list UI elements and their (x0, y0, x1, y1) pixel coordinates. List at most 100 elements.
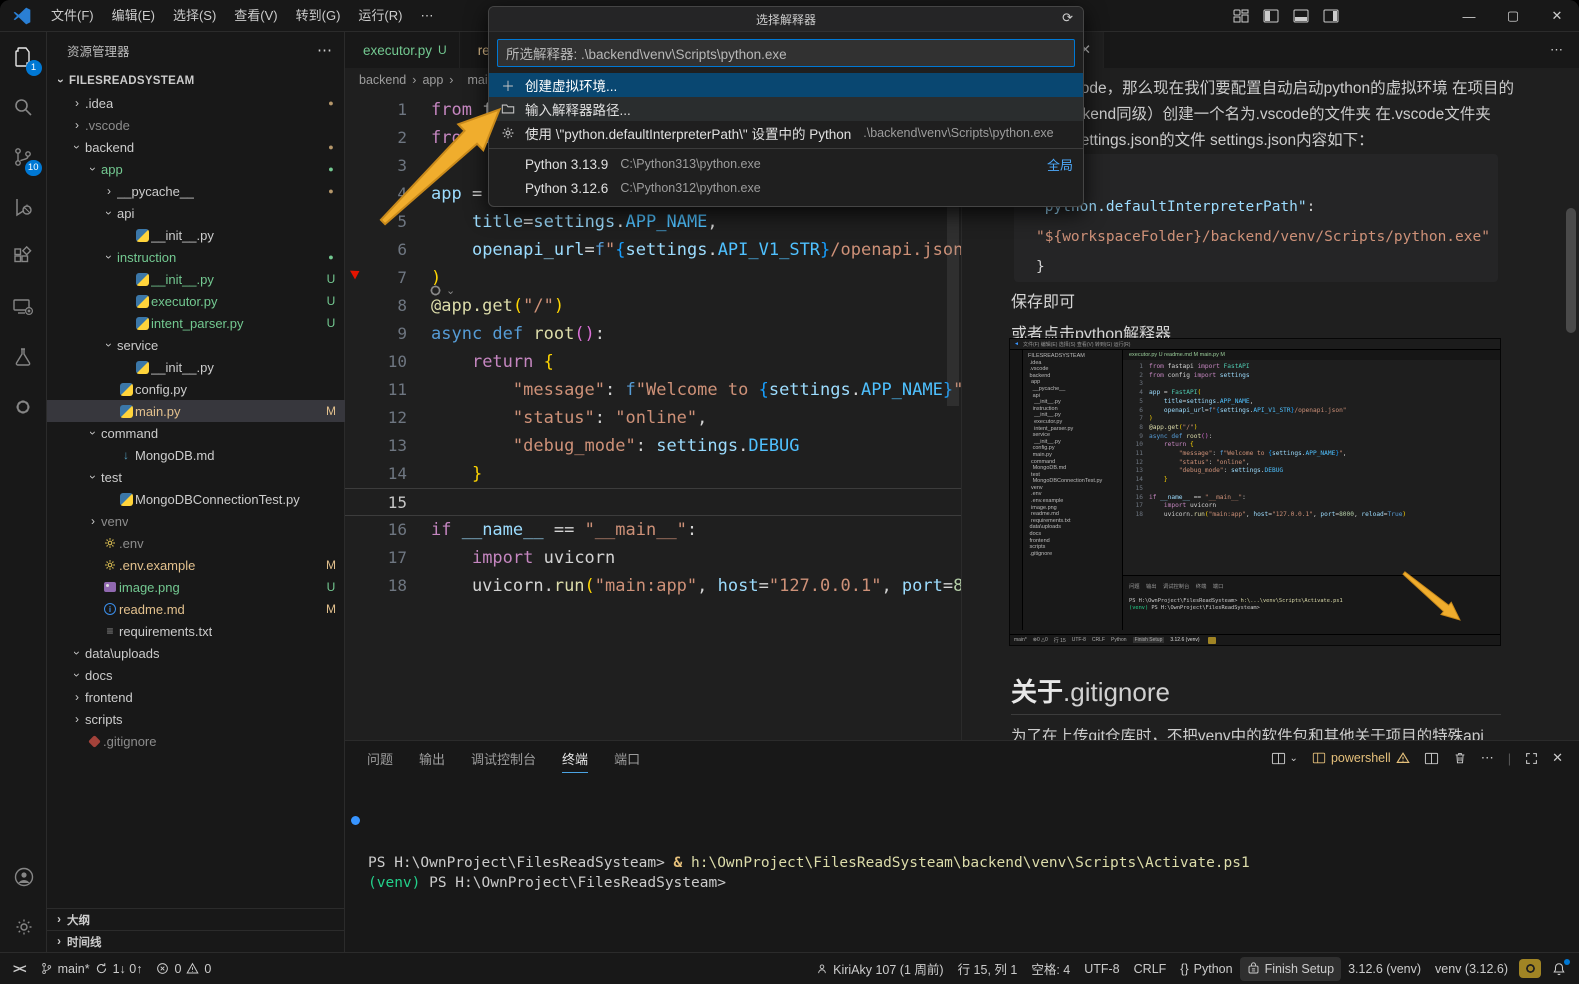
toggle-sidebar-icon[interactable] (1263, 8, 1279, 24)
python-env-item[interactable]: venv (3.12.6) (1428, 957, 1515, 981)
task-item[interactable]: Finish Setup (1240, 957, 1341, 981)
tree-item-.env.example[interactable]: .env.exampleM (47, 554, 345, 576)
code-line-9[interactable]: 9async def root(): (345, 320, 961, 348)
blame-item[interactable]: KiriAky 107 (1 周前) (809, 957, 950, 981)
preview-more-actions-icon[interactable]: ⋯ (1534, 32, 1579, 68)
timeline-section[interactable]: ›时间线 (47, 930, 345, 952)
interpreter-search-input[interactable] (497, 39, 1075, 67)
inline-ai-hint-icon[interactable]: ⌄ (428, 283, 455, 298)
terminal-output[interactable]: PS H:\OwnProject\FilesReadSysteam> & h:\… (345, 775, 1579, 893)
tree-item-readme.md[interactable]: ireadme.mdM (47, 598, 345, 620)
split-terminal-icon[interactable] (1424, 751, 1439, 766)
code-line-6[interactable]: 6 openapi_url=f"{settings.API_V1_STR}/op… (345, 236, 961, 264)
breadcrumb-item[interactable]: app (422, 73, 443, 87)
git-branch-item[interactable]: main* 1↓ 0↑ (33, 957, 150, 981)
tree-item-api[interactable]: ›api (47, 202, 345, 224)
tree-item-__init__.py[interactable]: __init__.py (47, 224, 345, 246)
menu-1[interactable]: 编辑(E) (103, 5, 164, 27)
tree-item-venv[interactable]: ›venv (47, 510, 345, 532)
preview-scrollbar-thumb[interactable] (1566, 208, 1576, 333)
remote-indicator[interactable]: >< (6, 957, 33, 981)
panel-tab-问题[interactable]: 问题 (367, 749, 393, 768)
tree-item-requirements.txt[interactable]: ≡requirements.txt (47, 620, 345, 642)
tree-item-app[interactable]: ›app● (47, 158, 345, 180)
problems-item[interactable]: 0 0 (149, 957, 218, 981)
panel-tab-调试控制台[interactable]: 调试控制台 (471, 749, 536, 768)
tree-item-instruction[interactable]: ›instruction● (47, 246, 345, 268)
tree-item-MongoDBConnectionTest.py[interactable]: MongoDBConnectionTest.py (47, 488, 345, 510)
tree-root[interactable]: ›FILESREADSYSTEAM (47, 70, 345, 92)
close-button[interactable]: ✕ (1535, 0, 1579, 32)
tree-item-__init__.py[interactable]: __init__.py (47, 356, 345, 378)
quick-pick-item-4[interactable]: Python 3.12.6C:\Python312\python.exe (489, 176, 1083, 200)
tree-item-.env[interactable]: .env (47, 532, 345, 554)
extensions-activity-icon[interactable] (0, 232, 47, 282)
testing-activity-icon[interactable] (0, 332, 47, 382)
menu-5[interactable]: 运行(R) (349, 5, 411, 27)
notifications-bell-item[interactable] (1545, 957, 1573, 981)
outline-section[interactable]: ›大纲 (47, 908, 345, 930)
python-interpreter-item[interactable]: 3.12.6 (venv) (1341, 957, 1428, 981)
explorer-activity-icon[interactable]: 1 (0, 32, 47, 82)
menu-0[interactable]: 文件(F) (42, 5, 103, 27)
quick-pick-item-1[interactable]: 输入解释器路径... (489, 97, 1083, 121)
search-activity-icon[interactable] (0, 82, 47, 132)
editor-tab-executor.py[interactable]: executor.pyU (345, 32, 460, 68)
tree-item-__pycache__[interactable]: ›__pycache__● (47, 180, 345, 202)
tree-item-main.py[interactable]: main.pyM (47, 400, 345, 422)
tree-item-docs[interactable]: ›docs (47, 664, 345, 686)
terminal-shell-label[interactable]: powershell (1312, 751, 1410, 765)
menu-more[interactable]: ⋯ (411, 5, 442, 27)
code-line-17[interactable]: 17 import uvicorn (345, 544, 961, 572)
tree-item-scripts[interactable]: ›scripts (47, 708, 345, 730)
panel-more-actions-icon[interactable]: ⋯ (1481, 750, 1494, 766)
menu-3[interactable]: 查看(V) (225, 5, 286, 27)
ai-extension-activity-icon[interactable] (0, 382, 47, 432)
copilot-status-item[interactable] (1515, 957, 1545, 981)
menu-2[interactable]: 选择(S) (164, 5, 225, 27)
indentation-item[interactable]: 空格: 4 (1024, 957, 1077, 981)
panel-tab-输出[interactable]: 输出 (419, 749, 445, 768)
code-line-14[interactable]: 14 } (345, 460, 961, 488)
menu-4[interactable]: 转到(G) (287, 5, 350, 27)
tree-item-.idea[interactable]: ›.idea● (47, 92, 345, 114)
tree-item-image.png[interactable]: image.pngU (47, 576, 345, 598)
tree-item-.vscode[interactable]: ›.vscode (47, 114, 345, 136)
terminal-profile-chevron-icon[interactable]: ⌄ (1290, 753, 1298, 764)
run-debug-activity-icon[interactable] (0, 182, 47, 232)
remote-explorer-activity-icon[interactable] (0, 282, 47, 332)
tree-item-command[interactable]: ›command (47, 422, 345, 444)
cursor-position-item[interactable]: 行 15, 列 1 (951, 957, 1025, 981)
tree-item-__init__.py[interactable]: __init__.pyU (47, 268, 345, 290)
code-line-15[interactable]: 15 (345, 488, 961, 516)
tree-item-config.py[interactable]: config.py (47, 378, 345, 400)
tree-item-service[interactable]: ›service (47, 334, 345, 356)
new-terminal-icon[interactable] (1271, 751, 1286, 766)
customize-layout-icon[interactable] (1233, 8, 1249, 24)
tree-item-frontend[interactable]: ›frontend (47, 686, 345, 708)
quick-pick-item-3[interactable]: Python 3.13.9C:\Python313\python.exe全局 (489, 152, 1083, 176)
tree-item-.gitignore[interactable]: .gitignore (47, 730, 345, 752)
encoding-item[interactable]: UTF-8 (1077, 957, 1126, 981)
maximize-button[interactable]: ▢ (1491, 0, 1535, 32)
code-line-13[interactable]: 13 "debug_mode": settings.DEBUG (345, 432, 961, 460)
minimize-button[interactable]: — (1447, 0, 1491, 32)
eol-item[interactable]: CRLF (1127, 957, 1174, 981)
tree-item-intent_parser.py[interactable]: intent_parser.pyU (47, 312, 345, 334)
quick-pick-item-0[interactable]: ＋创建虚拟环境... (489, 73, 1083, 97)
panel-tab-端口[interactable]: 端口 (614, 749, 640, 768)
account-icon[interactable] (0, 852, 47, 902)
code-line-12[interactable]: 12 "status": "online", (345, 404, 961, 432)
quick-pick-item-2[interactable]: 使用 \"python.defaultInterpreterPath\" 设置中… (489, 121, 1083, 145)
maximize-panel-icon[interactable] (1525, 752, 1538, 765)
tree-item-MongoDB.md[interactable]: ↓MongoDB.md (47, 444, 345, 466)
tree-item-executor.py[interactable]: executor.pyU (47, 290, 345, 312)
settings-gear-icon[interactable] (0, 902, 47, 952)
refresh-interpreters-icon[interactable]: ⟳ (1062, 10, 1073, 26)
breadcrumb-item[interactable]: backend (359, 73, 406, 87)
tree-item-test[interactable]: ›test (47, 466, 345, 488)
code-line-10[interactable]: 10 return { (345, 348, 961, 376)
panel-tab-终端[interactable]: 终端 (562, 749, 588, 773)
explorer-more-icon[interactable]: ⋯ (317, 41, 332, 59)
tree-item-data_uploads[interactable]: ›data\uploads (47, 642, 345, 664)
